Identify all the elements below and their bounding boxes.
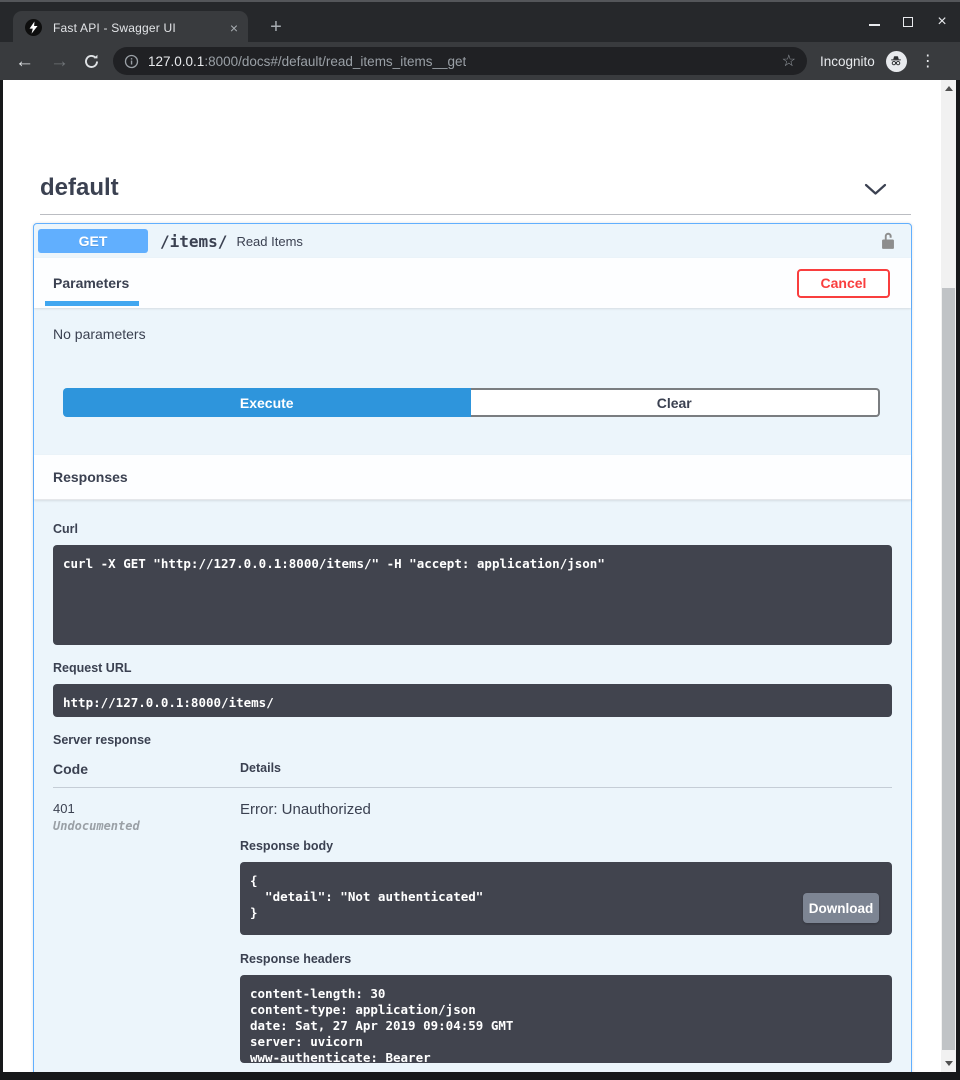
page-scrollbar[interactable] [941,80,956,1072]
browser-menu-icon[interactable]: ⋮ [920,51,936,71]
server-response-row: 401 Undocumented Error: Unauthorized Res… [53,788,892,1063]
response-headers-label: Response headers [240,952,892,966]
tag-title: default [40,174,119,202]
url-text: 127.0.0.1:8000/docs#/default/read_items_… [148,54,466,69]
window-edge-left [0,80,3,1072]
request-url-value: http://127.0.0.1:8000/items/ [53,684,892,717]
browser-window: Fast API - Swagger UI × + × ← → 127.0.0.… [0,0,960,1080]
scroll-down-icon [945,1061,953,1066]
response-body-wrap: { "detail": "Not authenticated" } Downlo… [240,862,892,935]
incognito-label: Incognito [820,54,875,69]
incognito-icon [886,51,907,72]
status-cell: 401 Undocumented [53,801,240,1063]
parameters-tab[interactable]: Parameters [53,275,129,291]
tab-close-icon[interactable]: × [230,21,238,35]
details-cell: Error: Unauthorized Response body { "det… [240,801,892,1063]
url-host: 127.0.0.1 [148,54,204,69]
request-url-label: Request URL [53,661,892,675]
response-body-code: { "detail": "Not authenticated" } [240,862,892,935]
reload-icon[interactable] [83,53,100,70]
fastapi-favicon-icon [25,19,42,36]
browser-titlebar: Fast API - Swagger UI × + × [0,0,960,42]
clear-button[interactable]: Clear [471,388,881,417]
curl-label: Curl [53,500,892,536]
parameters-body: No parameters Execute Clear [34,308,911,455]
window-controls: × [864,12,952,32]
page-info-icon[interactable] [124,54,139,69]
swagger-page: default GET /items/ Read Items Parameter… [0,80,941,1072]
browser-toolbar: ← → 127.0.0.1:8000/docs#/default/read_it… [0,42,960,80]
column-code: Code [53,761,240,777]
server-response-label: Server response [53,733,892,747]
window-maximize-button[interactable] [898,12,918,32]
tab-title: Fast API - Swagger UI [53,21,230,35]
scrollbar-up-button[interactable] [941,81,956,96]
scrollbar-down-button[interactable] [941,1056,956,1071]
forward-icon[interactable]: → [50,52,69,71]
scrollbar-thumb[interactable] [942,288,955,1050]
bookmark-star-icon[interactable]: ☆ [782,51,796,71]
no-parameters-text: No parameters [34,308,911,342]
cancel-button[interactable]: Cancel [797,269,890,298]
unlock-icon[interactable] [877,230,899,252]
url-path: :8000/docs#/default/read_items_items__ge… [204,54,466,69]
responses-body: Curl curl -X GET "http://127.0.0.1:8000/… [34,500,911,1072]
scroll-up-icon [945,86,953,91]
new-tab-button[interactable]: + [264,15,288,39]
browser-tab[interactable]: Fast API - Swagger UI × [13,11,248,44]
execute-row: Execute Clear [63,388,880,417]
responses-section-header: Responses [34,455,911,500]
curl-command[interactable]: curl -X GET "http://127.0.0.1:8000/items… [53,545,892,645]
window-minimize-button[interactable] [864,12,884,32]
response-headers-code: content-length: 30 content-type: applica… [240,975,892,1063]
parameters-header-row: Parameters Cancel [34,258,911,308]
tag-divider [40,214,911,215]
operation-path: /items/ [160,232,227,251]
chevron-down-icon[interactable] [864,183,887,196]
window-edge-right [956,80,960,1080]
server-response-table: Code Details 401 Undocumented Error: Una… [53,761,892,1063]
maximize-icon [903,17,913,27]
window-close-button[interactable]: × [932,12,952,32]
column-details: Details [240,761,892,777]
execute-button[interactable]: Execute [63,388,471,417]
status-code: 401 [53,801,240,816]
responses-section-label: Responses [53,469,128,485]
download-button[interactable]: Download [803,893,879,923]
operation-summary: Read Items [236,234,302,249]
close-icon: × [937,14,946,30]
window-edge-bottom [0,1072,960,1080]
back-icon[interactable]: ← [15,52,34,71]
address-bar[interactable]: 127.0.0.1:8000/docs#/default/read_items_… [113,47,807,75]
opblock-get-items: GET /items/ Read Items Parameters Cancel… [33,223,912,1072]
status-undocumented: Undocumented [53,819,240,833]
response-body-label: Response body [240,839,892,853]
minimize-icon [869,24,880,26]
method-badge: GET [38,229,148,253]
server-response-table-head: Code Details [53,761,892,788]
response-error-title: Error: Unauthorized [240,801,892,818]
operation-header[interactable]: GET /items/ Read Items [34,224,911,258]
parameters-tab-underline [45,301,139,306]
